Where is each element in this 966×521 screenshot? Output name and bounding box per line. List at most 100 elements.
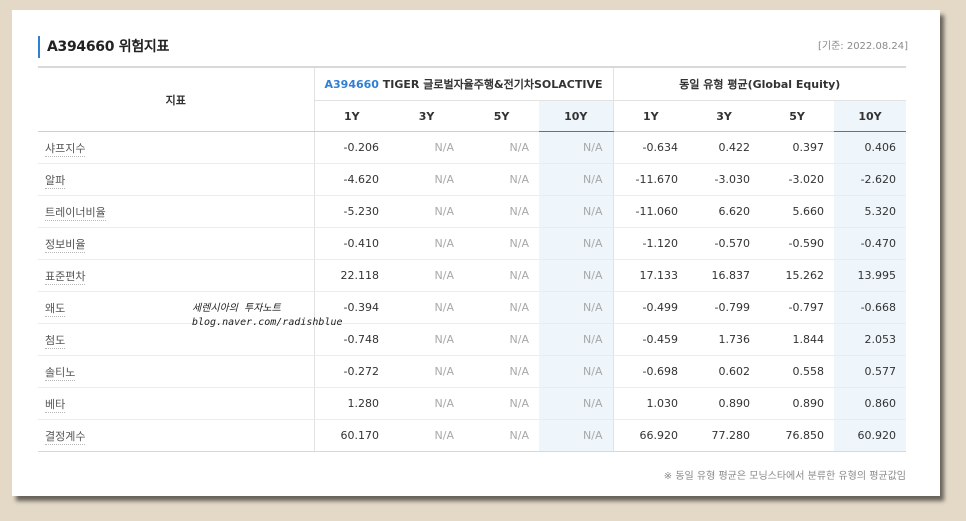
value-cell: 1.030 <box>613 387 688 420</box>
value-cell: N/A <box>464 419 539 452</box>
period-header: 10Y <box>539 100 614 132</box>
table-body: 샤프지수 -0.206 N/A N/A N/A -0.634 0.422 0.397 0.406… <box>38 131 907 452</box>
value-cell: 15.262 <box>760 259 834 292</box>
value-cell: 2.053 <box>834 323 907 356</box>
fund-code[interactable]: A394660 <box>325 78 379 91</box>
table-row: 정보비율 -0.410 N/A N/A N/A -1.120 -0.570 -0.590 -0.… <box>38 227 907 260</box>
value-cell: -0.410 <box>314 227 389 260</box>
indicator-name-cell: 정보비율 <box>38 227 315 260</box>
value-cell: -0.634 <box>613 131 688 164</box>
page-title: A394660 위험지표 <box>47 39 170 55</box>
value-cell: -3.020 <box>760 163 834 196</box>
footnote: ※ 동일 유형 평균은 모닝스타에서 분류한 유형의 평균값임 <box>663 471 906 482</box>
value-cell: -0.668 <box>834 291 907 324</box>
indicator-name[interactable]: 샤프지수 <box>45 141 86 157</box>
value-cell: -1.120 <box>613 227 688 260</box>
value-cell: 77.280 <box>688 419 760 452</box>
value-cell: 0.397 <box>760 131 834 164</box>
value-cell: 0.890 <box>760 387 834 420</box>
value-cell: -0.698 <box>613 355 688 388</box>
table-row: 샤프지수 -0.206 N/A N/A N/A -0.634 0.422 0.397 0.406 <box>38 131 907 164</box>
indicator-name[interactable]: 왜도 <box>45 301 66 317</box>
value-cell: -0.499 <box>613 291 688 324</box>
value-cell: N/A <box>464 355 539 388</box>
indicator-name[interactable]: 첨도 <box>45 333 66 349</box>
value-cell: N/A <box>464 323 539 356</box>
value-cell: N/A <box>389 131 464 164</box>
indicator-name-cell: 표준편차 <box>38 259 315 292</box>
value-cell: -0.799 <box>688 291 760 324</box>
indicator-name[interactable]: 트레이너비율 <box>45 205 106 221</box>
value-cell: -11.060 <box>613 195 688 228</box>
value-cell: 60.920 <box>834 419 907 452</box>
value-cell: -0.272 <box>314 355 389 388</box>
table-row: 트레이너비율 -5.230 N/A N/A N/A -11.060 6.620 5.660 5.… <box>38 195 907 228</box>
indicator-name[interactable]: 알파 <box>45 173 66 189</box>
value-cell: N/A <box>389 195 464 228</box>
value-cell: -0.570 <box>688 227 760 260</box>
value-cell: N/A <box>539 131 614 164</box>
fund-group-header: A394660 TIGER 글로벌자율주행&전기차SOLACTIVE <box>314 66 614 101</box>
value-cell: N/A <box>539 195 614 228</box>
indicator-name[interactable]: 결정계수 <box>45 429 86 445</box>
value-cell: 60.170 <box>314 419 389 452</box>
indicator-name-cell: 샤프지수 <box>38 131 315 164</box>
value-cell: -3.030 <box>688 163 760 196</box>
value-cell: N/A <box>389 291 464 324</box>
indicator-name-cell: 트레이너비율 <box>38 195 315 228</box>
indicator-name[interactable]: 표준편차 <box>45 269 86 285</box>
indicator-name[interactable]: 솔티노 <box>45 365 76 381</box>
value-cell: 0.406 <box>834 131 907 164</box>
panel-header: A394660 위험지표 [기준: 2022.08.24] <box>38 36 908 58</box>
basis-date: [기준: 2022.08.24] <box>817 41 908 52</box>
title-accent-bar <box>38 36 40 58</box>
watermark: 세렌시아의 투자노트 blog.naver.com/radishblue <box>192 302 343 330</box>
value-cell: N/A <box>464 195 539 228</box>
period-header: 10Y <box>834 100 907 132</box>
value-cell: N/A <box>539 291 614 324</box>
value-cell: N/A <box>389 387 464 420</box>
table-row: 결정계수 60.170 N/A N/A N/A 66.920 77.280 76.850 60.… <box>38 419 907 452</box>
value-cell: N/A <box>389 419 464 452</box>
period-header: 1Y <box>613 100 688 132</box>
value-cell: -0.797 <box>760 291 834 324</box>
indicator-name[interactable]: 베타 <box>45 397 66 413</box>
value-cell: N/A <box>539 355 614 388</box>
value-cell: N/A <box>389 227 464 260</box>
value-cell: 6.620 <box>688 195 760 228</box>
value-cell: 0.422 <box>688 131 760 164</box>
indicator-name-cell: 베타 <box>38 387 315 420</box>
value-cell: 13.995 <box>834 259 907 292</box>
value-cell: N/A <box>464 131 539 164</box>
table-row: 베타 1.280 N/A N/A N/A 1.030 0.890 0.890 0.860 <box>38 387 907 420</box>
table-row: 솔티노 -0.272 N/A N/A N/A -0.698 0.602 0.558 0.577 <box>38 355 907 388</box>
value-cell: -11.670 <box>613 163 688 196</box>
indicator-header: 지표 <box>38 66 315 132</box>
value-cell: -2.620 <box>834 163 907 196</box>
value-cell: N/A <box>539 419 614 452</box>
value-cell: 1.736 <box>688 323 760 356</box>
value-cell: -5.230 <box>314 195 389 228</box>
table-row: 알파 -4.620 N/A N/A N/A -11.670 -3.030 -3.020 -2.6… <box>38 163 907 196</box>
indicator-name[interactable]: 정보비율 <box>45 237 86 253</box>
value-cell: N/A <box>464 291 539 324</box>
value-cell: N/A <box>539 323 614 356</box>
value-cell: 22.118 <box>314 259 389 292</box>
watermark-line: blog.naver.com/radishblue <box>192 317 343 328</box>
value-cell: N/A <box>464 387 539 420</box>
value-cell: 66.920 <box>613 419 688 452</box>
indicator-name-cell: 솔티노 <box>38 355 315 388</box>
value-cell: N/A <box>539 259 614 292</box>
value-cell: 1.844 <box>760 323 834 356</box>
period-header: 3Y <box>389 100 464 132</box>
period-header: 3Y <box>688 100 760 132</box>
peer-group-header: 동일 유형 평균(Global Equity) <box>613 66 907 101</box>
value-cell: 5.320 <box>834 195 907 228</box>
value-cell: 5.660 <box>760 195 834 228</box>
value-cell: 1.280 <box>314 387 389 420</box>
value-cell: -0.470 <box>834 227 907 260</box>
value-cell: N/A <box>464 259 539 292</box>
indicator-name-cell: 결정계수 <box>38 419 315 452</box>
risk-indicator-table: 지표 A394660 TIGER 글로벌자율주행&전기차SOLACTIVE 동일… <box>38 66 907 452</box>
watermark-line: 세렌시아의 투자노트 <box>192 303 281 314</box>
